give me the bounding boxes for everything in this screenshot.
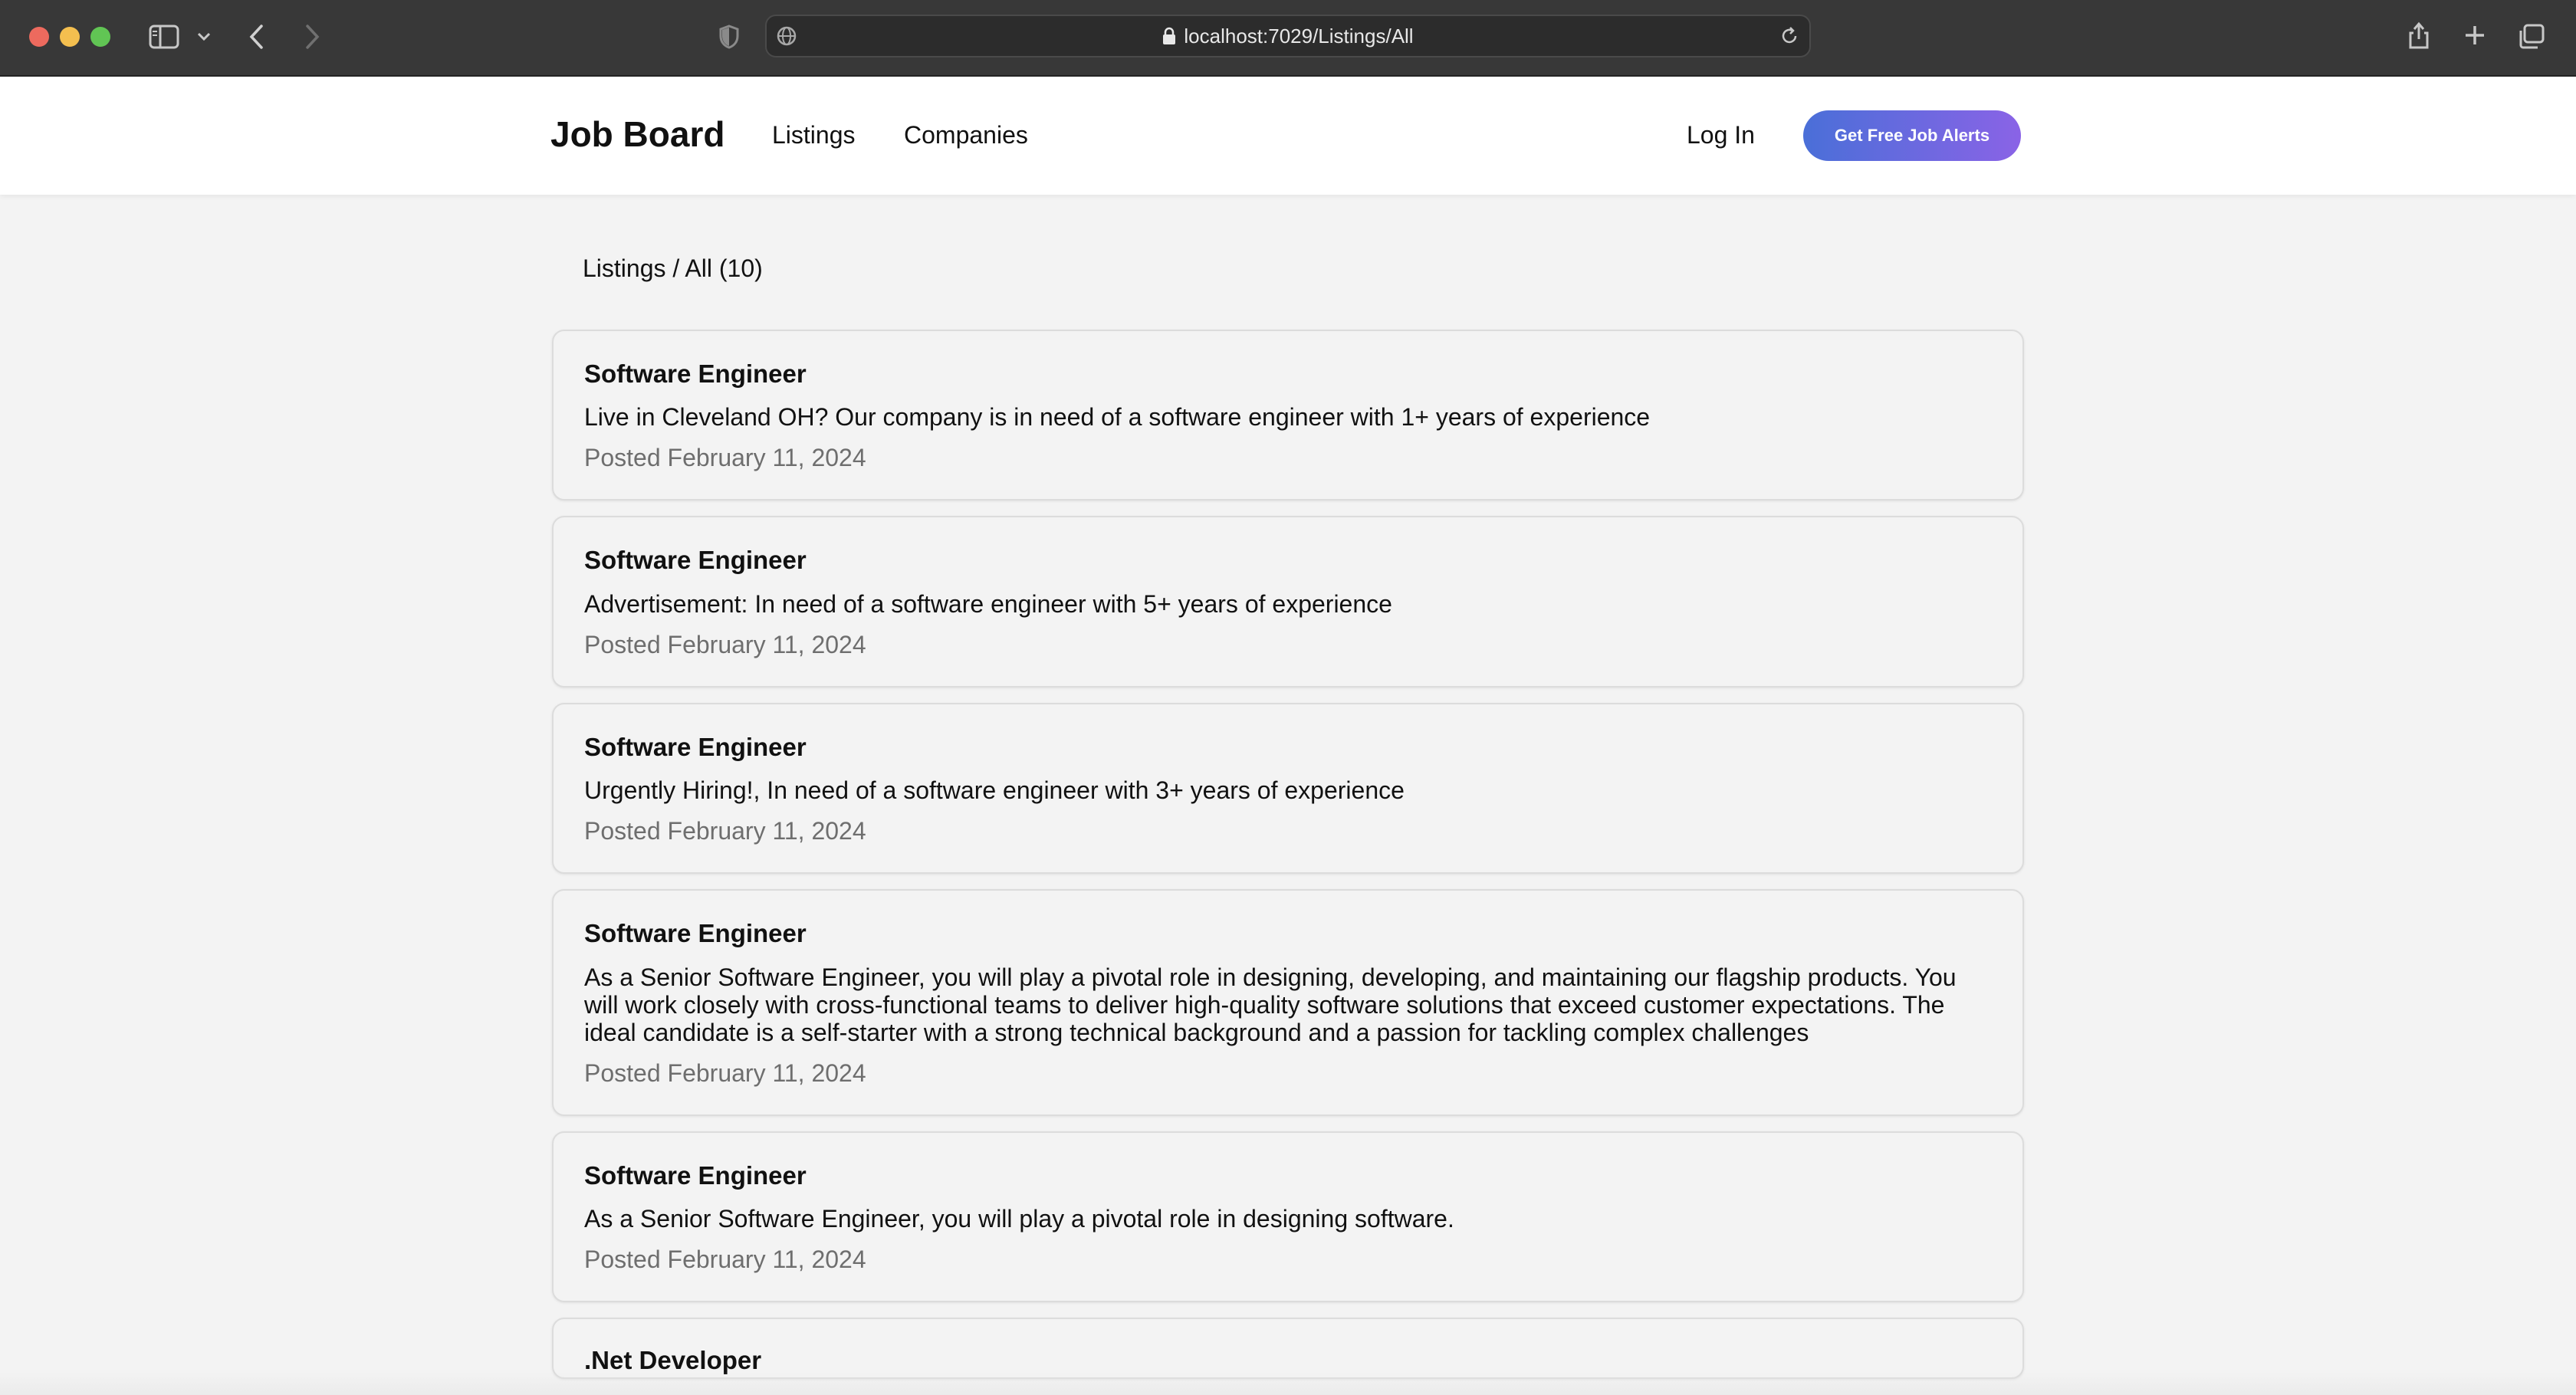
sidebar-toggle-icon[interactable] bbox=[147, 23, 181, 51]
listing-title[interactable]: Software Engineer bbox=[584, 733, 1992, 761]
site-header: Job Board Listings Companies Log In Get … bbox=[0, 77, 2576, 195]
listing-card[interactable]: Software Engineer Live in Cleveland OH? … bbox=[552, 330, 2024, 501]
close-window-button[interactable] bbox=[29, 27, 49, 47]
back-arrow-icon[interactable] bbox=[245, 21, 268, 52]
listing-title[interactable]: Software Engineer bbox=[584, 920, 1992, 948]
listing-card[interactable]: .Net Developer bbox=[552, 1318, 2024, 1380]
listing-posted-date: Posted February 11, 2024 bbox=[584, 1246, 866, 1274]
address-bar[interactable]: localhost:7029/Listings/All bbox=[765, 15, 1811, 57]
lock-icon bbox=[1162, 27, 1176, 45]
listing-title[interactable]: .Net Developer bbox=[584, 1347, 1992, 1375]
listing-posted-date: Posted February 11, 2024 bbox=[584, 630, 866, 658]
share-icon[interactable] bbox=[2404, 18, 2433, 52]
listing-card[interactable]: Software Engineer Advertisement: In need… bbox=[552, 516, 2024, 688]
listing-description: As a Senior Software Engineer, you will … bbox=[584, 963, 1957, 1046]
listing-posted-date: Posted February 11, 2024 bbox=[584, 817, 866, 845]
listing-title[interactable]: Software Engineer bbox=[584, 547, 1992, 575]
listing-description: As a Senior Software Engineer, you will … bbox=[584, 1205, 1454, 1233]
brand-logo-text[interactable]: Job Board bbox=[550, 113, 724, 155]
listing-description: Urgently Hiring!, In need of a software … bbox=[584, 776, 1405, 805]
listing-posted-date: Posted February 11, 2024 bbox=[584, 1059, 866, 1087]
breadcrumb: Listings / All (10) bbox=[583, 254, 763, 282]
minimize-window-button[interactable] bbox=[60, 27, 80, 47]
url-text: localhost:7029/Listings/All bbox=[1184, 24, 1414, 48]
reload-icon[interactable] bbox=[1777, 24, 1802, 48]
listing-card[interactable]: Software Engineer As a Senior Software E… bbox=[552, 1131, 2024, 1303]
listing-description: Live in Cleveland OH? Our company is in … bbox=[584, 403, 1651, 432]
listing-card[interactable]: Software Engineer Urgently Hiring!, In n… bbox=[552, 702, 2024, 875]
forward-arrow-icon[interactable] bbox=[301, 21, 324, 52]
listing-posted-date: Posted February 11, 2024 bbox=[584, 444, 866, 472]
listing-title[interactable]: Software Engineer bbox=[584, 359, 1992, 388]
chevron-down-icon[interactable] bbox=[195, 29, 213, 44]
listing-description: Advertisement: In need of a software eng… bbox=[584, 589, 1392, 618]
new-tab-plus-icon[interactable] bbox=[2461, 21, 2489, 49]
login-link[interactable]: Log In bbox=[1687, 121, 1755, 149]
privacy-shield-icon[interactable] bbox=[718, 21, 741, 52]
get-job-alerts-button[interactable]: Get Free Job Alerts bbox=[1803, 110, 2021, 161]
nav-companies-link[interactable]: Companies bbox=[904, 121, 1028, 149]
zoom-window-button[interactable] bbox=[90, 27, 110, 47]
listing-card[interactable]: Software Engineer As a Senior Software E… bbox=[552, 889, 2024, 1116]
tab-overview-icon[interactable] bbox=[2516, 21, 2547, 52]
nav-listings-link[interactable]: Listings bbox=[772, 121, 856, 149]
listing-title[interactable]: Software Engineer bbox=[584, 1161, 1992, 1190]
listings-list: Software Engineer Live in Cleveland OH? … bbox=[552, 330, 2024, 1394]
browser-toolbar: localhost:7029/Listings/All bbox=[0, 0, 2576, 77]
